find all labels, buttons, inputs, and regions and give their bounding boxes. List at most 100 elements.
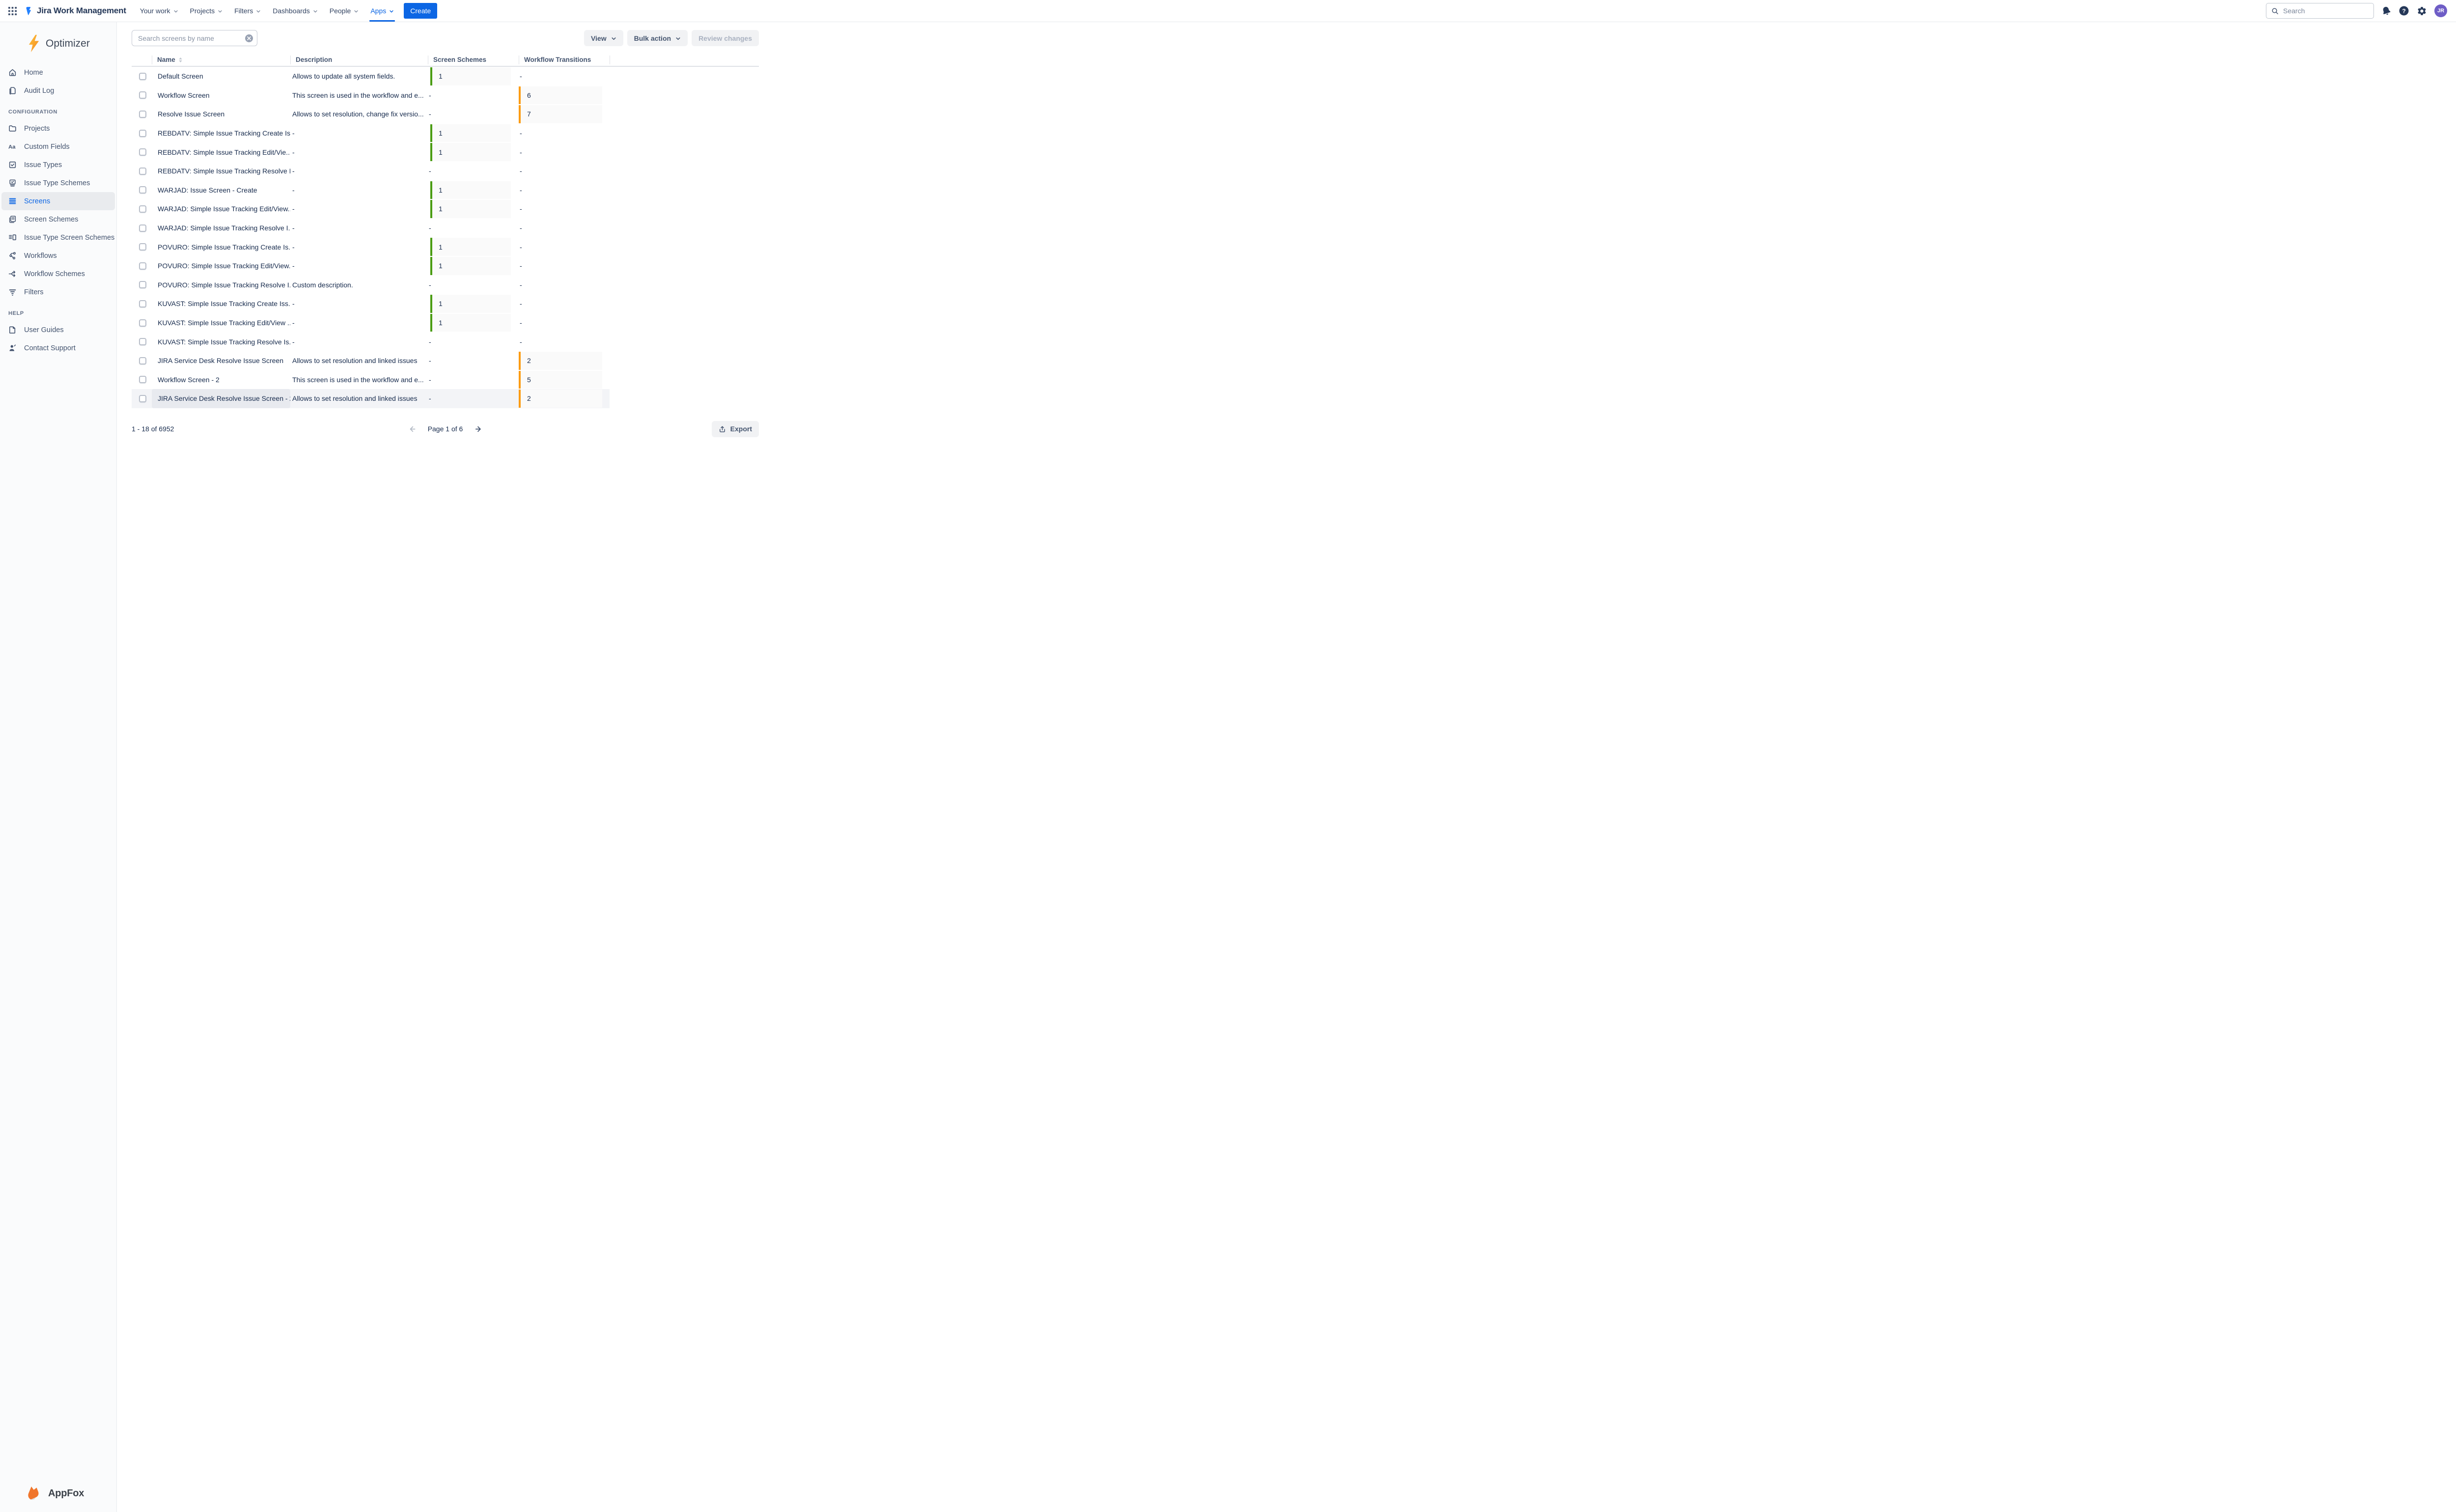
- workflow-transitions-empty: -: [519, 300, 522, 308]
- help-icon[interactable]: ?: [2399, 5, 2409, 16]
- sidebar-item-workflow-schemes[interactable]: Workflow Schemes: [1, 265, 115, 283]
- screen-name-cell[interactable]: REBDATV: Simple Issue Tracking Edit/Vie.…: [152, 142, 290, 162]
- table-row[interactable]: WARJAD: Simple Issue Tracking Edit/View.…: [132, 199, 759, 219]
- row-checkbox[interactable]: [139, 186, 146, 194]
- nav-item-filters[interactable]: Filters: [228, 0, 267, 22]
- screen-name-cell[interactable]: Resolve Issue Screen: [152, 105, 290, 124]
- table-row[interactable]: Workflow ScreenThis screen is used in th…: [132, 86, 759, 105]
- global-search[interactable]: [2266, 3, 2374, 19]
- bulk-action-button[interactable]: Bulk action: [627, 30, 688, 46]
- screen-description-cell: -: [290, 219, 428, 238]
- row-checkbox[interactable]: [139, 148, 146, 156]
- table-row[interactable]: POVURO: Simple Issue Tracking Edit/View.…: [132, 256, 759, 276]
- screen-name-cell[interactable]: Default Screen: [152, 67, 290, 86]
- row-checkbox[interactable]: [139, 300, 146, 308]
- sidebar-item-user-guides[interactable]: User Guides: [1, 321, 115, 339]
- row-checkbox[interactable]: [139, 376, 146, 383]
- nav-item-your-work[interactable]: Your work: [134, 0, 184, 22]
- column-header-name[interactable]: Name: [152, 56, 290, 64]
- row-checkbox[interactable]: [139, 395, 146, 402]
- screen-name-cell[interactable]: Workflow Screen: [152, 86, 290, 105]
- sidebar-item-issue-type-schemes[interactable]: Issue Type Schemes: [1, 174, 115, 192]
- sidebar-item-issue-types[interactable]: Issue Types: [1, 156, 115, 174]
- sidebar-item-contact-support[interactable]: Contact Support: [1, 339, 115, 357]
- table-row[interactable]: REBDATV: Simple Issue Tracking Edit/Vie.…: [132, 142, 759, 162]
- nav-item-projects[interactable]: Projects: [184, 0, 229, 22]
- table-row[interactable]: Default ScreenAllows to update all syste…: [132, 67, 759, 86]
- notifications-bell-icon[interactable]: [2381, 6, 2391, 16]
- screen-name-cell[interactable]: Workflow Screen - 2: [152, 370, 290, 390]
- audit-log-icon: [8, 86, 17, 95]
- screen-name-cell[interactable]: WARJAD: Issue Screen - Create: [152, 181, 290, 200]
- screen-name-cell[interactable]: REBDATV: Simple Issue Tracking Create Is…: [152, 124, 290, 143]
- global-search-input[interactable]: [2282, 6, 2369, 15]
- table-row[interactable]: WARJAD: Issue Screen - Create-1-: [132, 181, 759, 200]
- table-row[interactable]: KUVAST: Simple Issue Tracking Resolve Is…: [132, 332, 759, 351]
- screen-name-cell[interactable]: POVURO: Simple Issue Tracking Edit/View.…: [152, 256, 290, 276]
- screen-name-cell[interactable]: JIRA Service Desk Resolve Issue Screen: [152, 351, 290, 370]
- row-checkbox[interactable]: [139, 262, 146, 270]
- sidebar-item-screens[interactable]: Screens: [1, 192, 115, 210]
- table-row[interactable]: KUVAST: Simple Issue Tracking Edit/View …: [132, 313, 759, 333]
- nav-item-apps[interactable]: Apps: [364, 0, 400, 22]
- row-checkbox[interactable]: [139, 168, 146, 175]
- sidebar-item-screen-schemes[interactable]: Screen Schemes: [1, 210, 115, 228]
- sidebar-item-workflows[interactable]: Workflows: [1, 247, 115, 265]
- next-page-icon[interactable]: [474, 425, 483, 433]
- table-row[interactable]: KUVAST: Simple Issue Tracking Create Iss…: [132, 294, 759, 313]
- row-checkbox[interactable]: [139, 338, 146, 345]
- table-row[interactable]: WARJAD: Simple Issue Tracking Resolve I.…: [132, 219, 759, 238]
- row-checkbox[interactable]: [139, 281, 146, 288]
- row-checkbox-cell: [132, 86, 152, 105]
- sidebar-item-custom-fields[interactable]: AaCustom Fields: [1, 138, 115, 156]
- row-checkbox[interactable]: [139, 224, 146, 232]
- screen-name-cell[interactable]: WARJAD: Simple Issue Tracking Edit/View.…: [152, 199, 290, 219]
- row-checkbox[interactable]: [139, 73, 146, 80]
- nav-item-dashboards[interactable]: Dashboards: [267, 0, 324, 22]
- table-row[interactable]: REBDATV: Simple Issue Tracking Create Is…: [132, 124, 759, 143]
- screen-name-cell[interactable]: KUVAST: Simple Issue Tracking Resolve Is…: [152, 332, 290, 351]
- row-checkbox[interactable]: [139, 111, 146, 118]
- screen-schemes-cell: 1: [428, 142, 519, 162]
- sidebar-item-audit-log[interactable]: Audit Log: [1, 82, 115, 100]
- table-row[interactable]: Resolve Issue ScreenAllows to set resolu…: [132, 105, 759, 124]
- sidebar-item-projects[interactable]: Projects: [1, 119, 115, 138]
- previous-page-icon[interactable]: [408, 425, 416, 433]
- sidebar-item-issue-type-screen-schemes[interactable]: Issue Type Screen Schemes: [1, 228, 115, 247]
- screen-name-cell[interactable]: POVURO: Simple Issue Tracking Create Is.…: [152, 237, 290, 256]
- row-checkbox[interactable]: [139, 205, 146, 213]
- app-switcher-icon[interactable]: [5, 3, 20, 19]
- review-changes-button[interactable]: Review changes: [692, 30, 759, 46]
- screen-name-cell[interactable]: JIRA Service Desk Resolve Issue Screen -…: [152, 389, 290, 408]
- screens-search[interactable]: [132, 30, 257, 46]
- sidebar-item-label: Issue Type Screen Schemes: [24, 234, 114, 242]
- sidebar-item-home[interactable]: Home: [1, 63, 115, 82]
- screens-search-input[interactable]: [137, 34, 235, 43]
- row-checkbox[interactable]: [139, 357, 146, 364]
- sidebar-item-filters[interactable]: Filters: [1, 283, 115, 301]
- table-row[interactable]: Workflow Screen - 2This screen is used i…: [132, 370, 759, 390]
- screen-name-cell[interactable]: KUVAST: Simple Issue Tracking Create Iss…: [152, 294, 290, 313]
- row-checkbox[interactable]: [139, 130, 146, 137]
- table-row[interactable]: JIRA Service Desk Resolve Issue ScreenAl…: [132, 351, 759, 370]
- create-button[interactable]: Create: [404, 3, 437, 19]
- screen-name-cell[interactable]: POVURO: Simple Issue Tracking Resolve I.…: [152, 276, 290, 295]
- export-button[interactable]: Export: [712, 421, 759, 437]
- sort-icon[interactable]: [179, 57, 182, 62]
- settings-gear-icon[interactable]: [2417, 6, 2427, 16]
- screen-name-cell[interactable]: WARJAD: Simple Issue Tracking Resolve I.…: [152, 219, 290, 238]
- nav-item-people[interactable]: People: [324, 0, 365, 22]
- screen-name-cell[interactable]: REBDATV: Simple Issue Tracking Resolve I…: [152, 162, 290, 181]
- table-row[interactable]: POVURO: Simple Issue Tracking Resolve I.…: [132, 276, 759, 295]
- row-checkbox[interactable]: [139, 91, 146, 99]
- table-row[interactable]: JIRA Service Desk Resolve Issue Screen -…: [132, 389, 759, 408]
- jira-home-link[interactable]: Jira Work Management: [22, 5, 126, 17]
- row-checkbox[interactable]: [139, 319, 146, 327]
- row-checkbox[interactable]: [139, 243, 146, 251]
- screen-name-cell[interactable]: KUVAST: Simple Issue Tracking Edit/View …: [152, 313, 290, 333]
- clear-search-icon[interactable]: [245, 34, 253, 42]
- view-button[interactable]: View: [584, 30, 623, 46]
- user-avatar[interactable]: JR: [2434, 4, 2447, 17]
- table-row[interactable]: REBDATV: Simple Issue Tracking Resolve I…: [132, 162, 759, 181]
- table-row[interactable]: POVURO: Simple Issue Tracking Create Is.…: [132, 237, 759, 256]
